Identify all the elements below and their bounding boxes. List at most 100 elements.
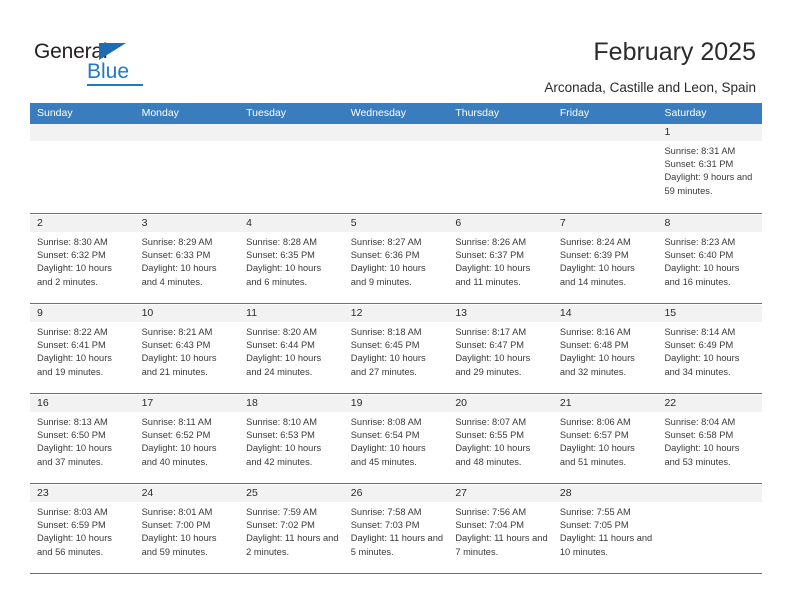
calendar-day-cell[interactable]: 3 Sunrise: 8:29 AM Sunset: 6:33 PM Daylight… <box>134 215 240 303</box>
sunrise-text: Sunrise: 8:03 AM <box>37 507 108 517</box>
sunrise-text: Sunrise: 8:23 AM <box>664 237 736 247</box>
calendar-day-cell[interactable]: 12 Sunrise: 8:18 AM Sunset: 6:45 PM Dayligh… <box>343 305 449 393</box>
day-number-band: 26 <box>343 485 449 502</box>
daylight-text: Daylight: 10 hours and 59 minutes. <box>141 533 217 557</box>
calendar-day-cell[interactable]: 1 Sunrise: 8:31 AM Sunset: 6:31 PM Daylight… <box>657 124 763 213</box>
calendar-day-cell[interactable]: 10 Sunrise: 8:21 AM Sunset: 6:43 PM Dayligh… <box>134 305 240 393</box>
calendar-day-cell[interactable]: 9 Sunrise: 8:22 AM Sunset: 6:41 PM Daylight… <box>30 305 135 393</box>
calendar-day-cell[interactable]: 4 Sunrise: 8:28 AM Sunset: 6:35 PM Daylight… <box>239 215 344 303</box>
daylight-text: Daylight: 10 hours and 32 minutes. <box>559 353 635 377</box>
day-number: 26 <box>350 487 363 499</box>
calendar-day-cell[interactable]: 28 Sunrise: 7:55 AM Sunset: 7:05 PM Dayligh… <box>552 485 658 573</box>
calendar-page: General Blue February 2025 Arconada, Cas… <box>0 0 792 612</box>
calendar-day-cell[interactable]: 24 Sunrise: 8:01 AM Sunset: 7:00 PM Dayligh… <box>134 485 240 573</box>
day-sun-info: Sunrise: 8:18 AM Sunset: 6:45 PM Daylight:… <box>344 322 449 379</box>
calendar-day-cell[interactable]: 2 Sunrise: 8:30 AM Sunset: 6:32 PM Daylight… <box>30 215 135 303</box>
day-number-band: 15 <box>657 305 763 322</box>
calendar-day-cell[interactable]: 23 Sunrise: 8:03 AM Sunset: 6:59 PM Dayligh… <box>30 485 135 573</box>
sunset-text: Sunset: 6:31 PM <box>664 159 734 170</box>
sunset-text: Sunset: 6:54 PM <box>350 430 420 441</box>
calendar-day-cell[interactable]: 20 Sunrise: 8:07 AM Sunset: 6:55 PM Dayligh… <box>448 395 553 483</box>
calendar-day-cell[interactable]: 15 Sunrise: 8:14 AM Sunset: 6:49 PM Dayligh… <box>657 305 763 393</box>
weekday-header-row: Sunday Monday Tuesday Wednesday Thursday… <box>30 103 762 124</box>
day-number: 9 <box>37 307 43 319</box>
calendar-day-cell[interactable]: 8 Sunrise: 8:23 AM Sunset: 6:40 PM Daylight… <box>657 215 763 303</box>
daylight-text: Daylight: 10 hours and 2 minutes. <box>37 263 112 287</box>
day-number-band: 13 <box>448 305 553 322</box>
day-number-band <box>30 124 135 141</box>
day-sun-info: Sunrise: 7:56 AM Sunset: 7:04 PM Daylight:… <box>448 502 553 559</box>
daylight-text: Daylight: 10 hours and 37 minutes. <box>37 443 112 467</box>
generalblue-logo: General Blue <box>34 40 164 86</box>
calendar-day-cell[interactable]: 5 Sunrise: 8:27 AM Sunset: 6:36 PM Daylight… <box>343 215 449 303</box>
calendar-day-cell[interactable]: 7 Sunrise: 8:24 AM Sunset: 6:39 PM Daylight… <box>552 215 658 303</box>
day-sun-info: Sunrise: 8:14 AM Sunset: 6:49 PM Daylight:… <box>657 322 762 379</box>
calendar-day-cell[interactable]: 26 Sunrise: 7:58 AM Sunset: 7:03 PM Dayligh… <box>343 485 449 573</box>
sunrise-text: Sunrise: 8:17 AM <box>455 327 527 337</box>
calendar-week-row: 23 Sunrise: 8:03 AM Sunset: 6:59 PM Dayligh… <box>30 484 763 574</box>
sunset-text: Sunset: 7:03 PM <box>350 520 420 531</box>
day-sun-info: Sunrise: 8:03 AM Sunset: 6:59 PM Daylight:… <box>30 502 135 559</box>
daylight-text: Daylight: 10 hours and 34 minutes. <box>664 353 740 377</box>
calendar-day-cell[interactable]: 16 Sunrise: 8:13 AM Sunset: 6:50 PM Dayligh… <box>30 395 135 483</box>
day-sun-info: Sunrise: 8:24 AM Sunset: 6:39 PM Daylight:… <box>553 232 658 289</box>
day-number: 27 <box>455 487 467 499</box>
calendar-day-cell[interactable]: 13 Sunrise: 8:17 AM Sunset: 6:47 PM Dayligh… <box>448 305 553 393</box>
day-number-band: 3 <box>134 215 240 232</box>
day-number-band: 23 <box>30 485 135 502</box>
day-sun-info: Sunrise: 8:26 AM Sunset: 6:37 PM Daylight:… <box>448 232 553 289</box>
calendar-day-cell[interactable]: 18 Sunrise: 8:10 AM Sunset: 6:53 PM Dayligh… <box>239 395 344 483</box>
daylight-text: Daylight: 10 hours and 29 minutes. <box>455 353 531 377</box>
sunset-text: Sunset: 6:58 PM <box>664 430 734 441</box>
day-number-band: 4 <box>239 215 344 232</box>
calendar-week-row: 9 Sunrise: 8:22 AM Sunset: 6:41 PM Daylight… <box>30 304 763 394</box>
calendar-day-cell[interactable]: 19 Sunrise: 8:08 AM Sunset: 6:54 PM Dayligh… <box>343 395 449 483</box>
sunset-text: Sunset: 6:55 PM <box>455 430 525 441</box>
day-number: 10 <box>141 307 154 319</box>
daylight-text: Daylight: 10 hours and 56 minutes. <box>37 533 112 557</box>
calendar-day-cell[interactable]: 11 Sunrise: 8:20 AM Sunset: 6:44 PM Dayligh… <box>239 305 344 393</box>
daylight-text: Daylight: 10 hours and 21 minutes. <box>141 353 217 377</box>
calendar-day-cell[interactable]: 14 Sunrise: 8:16 AM Sunset: 6:48 PM Dayligh… <box>552 305 658 393</box>
day-number-band <box>343 124 449 141</box>
day-number: 25 <box>246 487 258 499</box>
day-number: 21 <box>559 397 572 409</box>
calendar-day-cell[interactable]: 22 Sunrise: 8:04 AM Sunset: 6:58 PM Dayligh… <box>657 395 763 483</box>
weekday-header-wednesday: Wednesday <box>350 107 406 119</box>
calendar-weeks: 1 Sunrise: 8:31 AM Sunset: 6:31 PM Daylight… <box>30 124 763 574</box>
day-number: 20 <box>455 397 467 409</box>
day-number: 15 <box>664 307 677 319</box>
daylight-text: Daylight: 10 hours and 51 minutes. <box>559 443 635 467</box>
weekday-header-friday: Friday <box>559 107 590 119</box>
sunrise-text: Sunrise: 8:14 AM <box>664 327 736 337</box>
sunset-text: Sunset: 6:52 PM <box>141 430 211 441</box>
sunset-text: Sunset: 7:05 PM <box>559 520 629 531</box>
sunset-text: Sunset: 6:57 PM <box>559 430 629 441</box>
day-sun-info: Sunrise: 8:28 AM Sunset: 6:35 PM Daylight:… <box>239 232 344 289</box>
day-sun-info: Sunrise: 8:31 AM Sunset: 6:31 PM Daylight:… <box>657 141 762 198</box>
logo-underline <box>87 84 143 86</box>
day-sun-info: Sunrise: 8:08 AM Sunset: 6:54 PM Daylight:… <box>344 412 449 469</box>
calendar-day-cell-empty <box>134 124 240 213</box>
day-number-band: 11 <box>239 305 344 322</box>
page-title: February 2025 <box>593 38 756 66</box>
day-number: 18 <box>246 397 258 409</box>
calendar-day-cell[interactable]: 6 Sunrise: 8:26 AM Sunset: 6:37 PM Daylight… <box>448 215 553 303</box>
calendar-grid: Sunday Monday Tuesday Wednesday Thursday… <box>30 103 763 574</box>
sunrise-text: Sunrise: 8:07 AM <box>455 417 527 427</box>
day-number-band: 14 <box>552 305 658 322</box>
calendar-day-cell[interactable]: 17 Sunrise: 8:11 AM Sunset: 6:52 PM Dayligh… <box>134 395 240 483</box>
day-sun-info: Sunrise: 8:06 AM Sunset: 6:57 PM Daylight:… <box>553 412 658 469</box>
sunrise-text: Sunrise: 7:56 AM <box>455 507 527 517</box>
calendar-day-cell[interactable]: 21 Sunrise: 8:06 AM Sunset: 6:57 PM Dayligh… <box>552 395 658 483</box>
day-number: 1 <box>664 126 671 138</box>
calendar-day-cell[interactable]: 27 Sunrise: 7:56 AM Sunset: 7:04 PM Dayligh… <box>448 485 553 573</box>
sunrise-text: Sunrise: 8:01 AM <box>141 507 213 517</box>
day-number: 14 <box>559 307 572 319</box>
day-number: 2 <box>37 217 43 229</box>
calendar-day-cell[interactable]: 25 Sunrise: 7:59 AM Sunset: 7:02 PM Dayligh… <box>239 485 344 573</box>
sunrise-text: Sunrise: 8:29 AM <box>141 237 213 247</box>
sunset-text: Sunset: 6:50 PM <box>37 430 106 441</box>
day-number-band: 24 <box>134 485 240 502</box>
day-sun-info: Sunrise: 8:17 AM Sunset: 6:47 PM Daylight:… <box>448 322 553 379</box>
